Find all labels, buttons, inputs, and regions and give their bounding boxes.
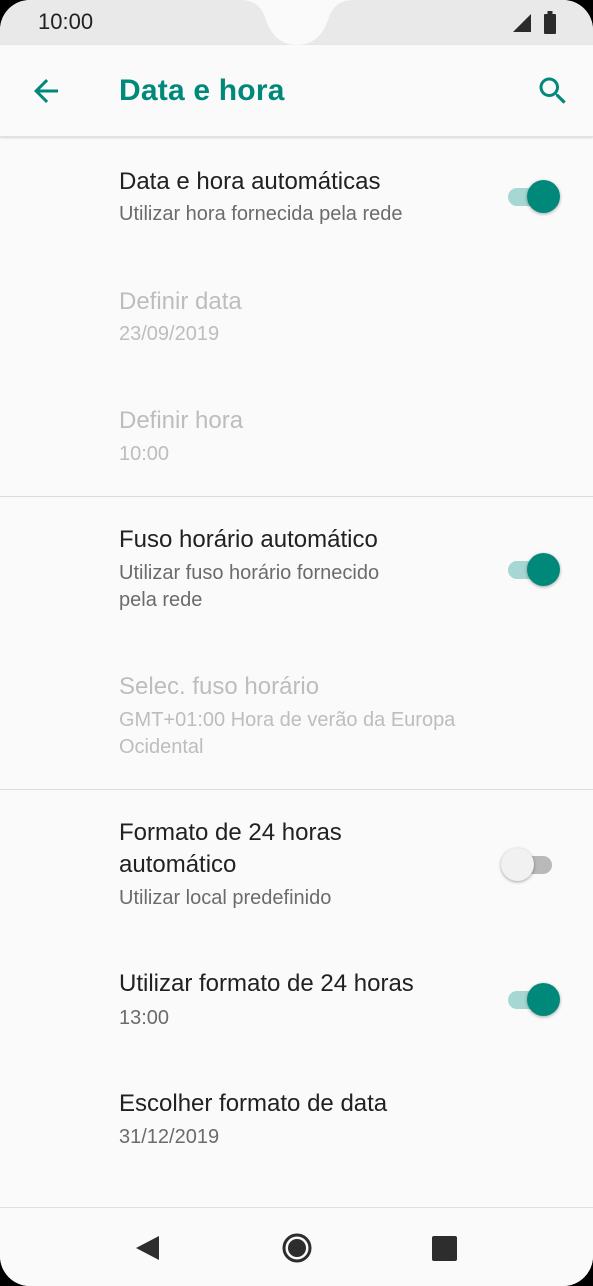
status-bar: 10:00 — [0, 0, 593, 45]
setting-subtitle-line1: Utilizar fuso horário fornecido — [119, 562, 380, 584]
setting-title-line1: Formato de 24 horas — [119, 819, 342, 846]
home-circle-icon — [282, 1233, 312, 1263]
phone-screen: 10:00 Data e hora Data e hora automática… — [0, 0, 593, 1286]
app-bar: Data e hora — [0, 45, 593, 137]
search-button[interactable] — [535, 73, 571, 109]
use-24h-toggle[interactable] — [506, 982, 560, 1016]
setting-value-line1: GMT+01:00 Hora de verão da Europa — [119, 709, 456, 731]
setting-title: Selec. fuso horário — [119, 673, 320, 700]
search-icon — [539, 77, 566, 104]
back-triangle-icon — [136, 1236, 159, 1260]
setting-auto-24h[interactable]: Formato de 24 horas automático Utilizar … — [0, 790, 593, 940]
battery-icon — [544, 11, 556, 34]
camera-notch — [240, 0, 354, 45]
auto-timezone-toggle[interactable] — [506, 552, 560, 586]
setting-value: 23/09/2019 — [119, 323, 220, 345]
setting-use-24h[interactable]: Utilizar formato de 24 horas 13:00 — [0, 940, 593, 1060]
nav-home-button[interactable] — [277, 1228, 317, 1268]
setting-subtitle: Utilizar hora fornecida pela rede — [119, 203, 403, 225]
setting-title: Utilizar formato de 24 horas — [119, 970, 414, 997]
nav-back-button[interactable] — [127, 1228, 167, 1268]
setting-subtitle-line2: pela rede — [119, 589, 203, 611]
arrow-left-icon — [34, 79, 58, 103]
setting-title: Definir data — [119, 288, 242, 315]
auto-datetime-toggle[interactable] — [506, 179, 560, 213]
auto-24h-toggle[interactable] — [501, 847, 558, 881]
nav-recents-button[interactable] — [424, 1228, 464, 1268]
signal-icon — [513, 14, 531, 32]
setting-value: 31/12/2019 — [119, 1126, 220, 1148]
setting-title: Escolher formato de data — [119, 1090, 388, 1117]
setting-auto-timezone[interactable]: Fuso horário automático Utilizar fuso ho… — [0, 497, 593, 643]
setting-title: Data e hora automáticas — [119, 168, 381, 195]
setting-value: 10:00 — [119, 443, 170, 465]
setting-title: Fuso horário automático — [119, 526, 378, 553]
setting-title: Definir hora — [119, 407, 244, 434]
setting-date-format[interactable]: Escolher formato de data 31/12/2019 — [0, 1060, 593, 1180]
setting-auto-datetime[interactable]: Data e hora automáticas Utilizar hora fo… — [0, 138, 593, 258]
navigation-bar — [0, 1207, 593, 1286]
setting-subtitle: Utilizar local predefinido — [119, 887, 332, 909]
setting-select-timezone: Selec. fuso horário GMT+01:00 Hora de ve… — [0, 643, 593, 789]
setting-title-line2: automático — [119, 851, 237, 878]
setting-set-time: Definir hora 10:00 — [0, 378, 593, 496]
setting-value-line2: Ocidental — [119, 736, 204, 758]
setting-set-date: Definir data 23/09/2019 — [0, 258, 593, 378]
back-button[interactable] — [28, 73, 64, 109]
recents-square-icon — [432, 1236, 457, 1261]
status-icons — [511, 11, 557, 35]
status-time: 10:00 — [38, 9, 94, 34]
setting-value: 13:00 — [119, 1007, 170, 1029]
page-title: Data e hora — [119, 74, 285, 107]
